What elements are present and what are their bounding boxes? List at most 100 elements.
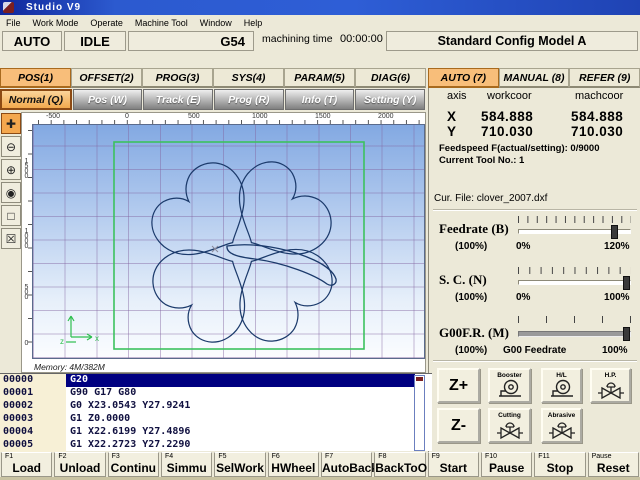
fkey-autoback[interactable]: F7 AutoBack — [321, 452, 372, 477]
feedrate-label: Feedrate (B) — [439, 221, 509, 237]
program-line[interactable]: 00003 G1 Z0.0000 — [0, 413, 432, 426]
tab-prog[interactable]: PROG(3) — [142, 68, 213, 88]
fkey-label: Simmu — [162, 461, 211, 475]
fkey-backtoo[interactable]: F8 BackToO — [374, 452, 425, 477]
axis-header: axis — [447, 90, 467, 102]
ruler-y-tick: 500 — [23, 284, 30, 299]
plot-area[interactable]: x z — [32, 124, 425, 359]
wcs-indicator: G54 — [128, 31, 254, 51]
z-plus-label: Z+ — [449, 377, 468, 395]
hp-button[interactable]: H.P. — [590, 368, 631, 403]
menu-window[interactable]: Window — [194, 17, 238, 29]
fkey-pause[interactable]: F10 Pause — [481, 452, 532, 477]
fkey-code: F9 — [432, 453, 440, 460]
program-line[interactable]: 00001 G90 G17 G80 — [0, 387, 432, 400]
line-number: 00005 — [0, 439, 66, 452]
tab-param[interactable]: PARAM(5) — [284, 68, 355, 88]
menu-operate[interactable]: Operate — [84, 17, 129, 29]
line-code: G0 X23.0543 Y27.9241 — [66, 400, 414, 413]
subtab-setting[interactable]: Setting (Y) — [355, 89, 425, 110]
subtab-pos[interactable]: Pos (W) — [73, 89, 143, 110]
menu-help[interactable]: Help — [238, 17, 269, 29]
hl-label: H/L — [556, 372, 566, 379]
hl-button[interactable]: H/L — [541, 368, 582, 403]
abrasive-label: Abrasive — [548, 412, 575, 419]
z-plus-button[interactable]: Z+ — [437, 368, 480, 403]
subtab-track[interactable]: Track (E) — [143, 89, 213, 110]
g00fr-caption: G00 Feedrate — [503, 345, 566, 356]
fkey-stop[interactable]: F11 Stop — [534, 452, 585, 477]
tab-auto[interactable]: AUTO (7) — [428, 68, 499, 88]
cutting-button[interactable]: Cutting — [488, 408, 531, 443]
fkey-label: Start — [429, 461, 478, 475]
program-line[interactable]: 00000 G20 — [0, 374, 432, 387]
center-view-icon[interactable]: ◉ — [1, 182, 21, 203]
tab-refer[interactable]: REFER (9) — [569, 68, 640, 88]
sc-slider[interactable] — [518, 280, 631, 285]
tab-manual[interactable]: MANUAL (8) — [499, 68, 570, 88]
tab-diag[interactable]: DIAG(6) — [355, 68, 426, 88]
z-minus-button[interactable]: Z- — [437, 408, 480, 443]
valve-icon — [549, 419, 575, 440]
feedrate-ticks — [518, 216, 631, 223]
abrasive-button[interactable]: Abrasive — [541, 408, 582, 443]
fkey-label: SelWork — [215, 461, 264, 475]
fkey-load[interactable]: F1 Load — [1, 452, 52, 477]
tab-pos[interactable]: POS(1) — [0, 68, 71, 88]
fkey-simmu[interactable]: F4 Simmu — [161, 452, 212, 477]
fkey-hwheel[interactable]: F6 HWheel — [268, 452, 319, 477]
subtab-info[interactable]: Info (T) — [285, 89, 355, 110]
g00fr-slider[interactable] — [518, 331, 631, 337]
fkey-reset[interactable]: Pause Reset — [588, 452, 639, 477]
g00fr-thumb[interactable] — [623, 327, 630, 341]
feedrate-thumb[interactable] — [611, 225, 618, 239]
program-listing[interactable]: 00000 G20 00001 G90 G17 G80 00002 G0 X23… — [0, 373, 432, 451]
ruler-horizontal: -500 0 500 1000 1500 2000 — [32, 113, 425, 124]
fkey-code: F6 — [272, 453, 280, 460]
booster-button[interactable]: Booster — [488, 368, 531, 403]
sc-current: (100%) — [455, 292, 487, 303]
line-number: 00002 — [0, 400, 66, 413]
tab-offset[interactable]: OFFSET(2) — [71, 68, 142, 88]
menu-work-mode[interactable]: Work Mode — [27, 17, 85, 29]
program-line[interactable]: 00005 G1 X22.2723 Y27.2290 — [0, 439, 432, 452]
fkey-selwork[interactable]: F5 SelWork — [214, 452, 265, 477]
workcoor-y: 710.030 — [481, 124, 533, 139]
fkey-start[interactable]: F9 Start — [428, 452, 479, 477]
divider — [433, 209, 637, 211]
workcoor-header: workcoor — [487, 90, 532, 102]
line-code: G1 X22.6199 Y27.4896 — [66, 426, 414, 439]
clear-trace-icon[interactable]: ☒ — [1, 228, 21, 249]
tab-sys[interactable]: SYS(4) — [213, 68, 284, 88]
feedrate-slider[interactable] — [518, 229, 631, 234]
sub-tab-row: Normal (Q) Pos (W) Track (E) Prog (R) In… — [0, 89, 426, 110]
program-scrollbar[interactable] — [414, 375, 425, 451]
zoom-out-icon[interactable]: ⊖ — [1, 136, 21, 157]
cutting-label: Cutting — [498, 412, 521, 419]
view-toolbar: ✚ ⊖ ⊕ ◉ □ ☒ — [1, 113, 21, 251]
subtab-normal[interactable]: Normal (Q) — [0, 89, 72, 110]
ruler-x-tick: 2000 — [378, 113, 394, 120]
fkey-unload[interactable]: F2 Unload — [54, 452, 105, 477]
program-line[interactable]: 00004 G1 X22.6199 Y27.4896 — [0, 426, 432, 439]
menu-file[interactable]: File — [0, 17, 27, 29]
auto-panel: axis workcoor machcoor X 584.888 584.888… — [428, 88, 640, 452]
program-line[interactable]: 00002 G0 X23.0543 Y27.9241 — [0, 400, 432, 413]
menu-machine-tool[interactable]: Machine Tool — [129, 17, 194, 29]
workcoor-x: 584.888 — [481, 109, 533, 124]
fkey-label: Unload — [55, 461, 104, 475]
memory-status: Memory: 4M/382M — [34, 362, 105, 372]
pan-icon[interactable]: ✚ — [1, 113, 21, 134]
title-bar[interactable]: Studio V9 — [0, 0, 640, 15]
mode-indicator: AUTO — [2, 31, 62, 51]
fkey-continu[interactable]: F3 Continu — [108, 452, 159, 477]
sc-thumb[interactable] — [623, 276, 630, 290]
fkey-code: Pause — [592, 453, 612, 460]
scrollbar-thumb[interactable] — [416, 377, 423, 381]
fkey-code: F1 — [5, 453, 13, 460]
zoom-in-icon[interactable]: ⊕ — [1, 159, 21, 180]
fit-window-icon[interactable]: □ — [1, 205, 21, 226]
axis-z-label: z — [60, 337, 64, 346]
toolpath-viewport[interactable]: -500 0 500 1000 1500 2000 1500 1000 500 … — [21, 112, 426, 373]
subtab-prog[interactable]: Prog (R) — [214, 89, 284, 110]
